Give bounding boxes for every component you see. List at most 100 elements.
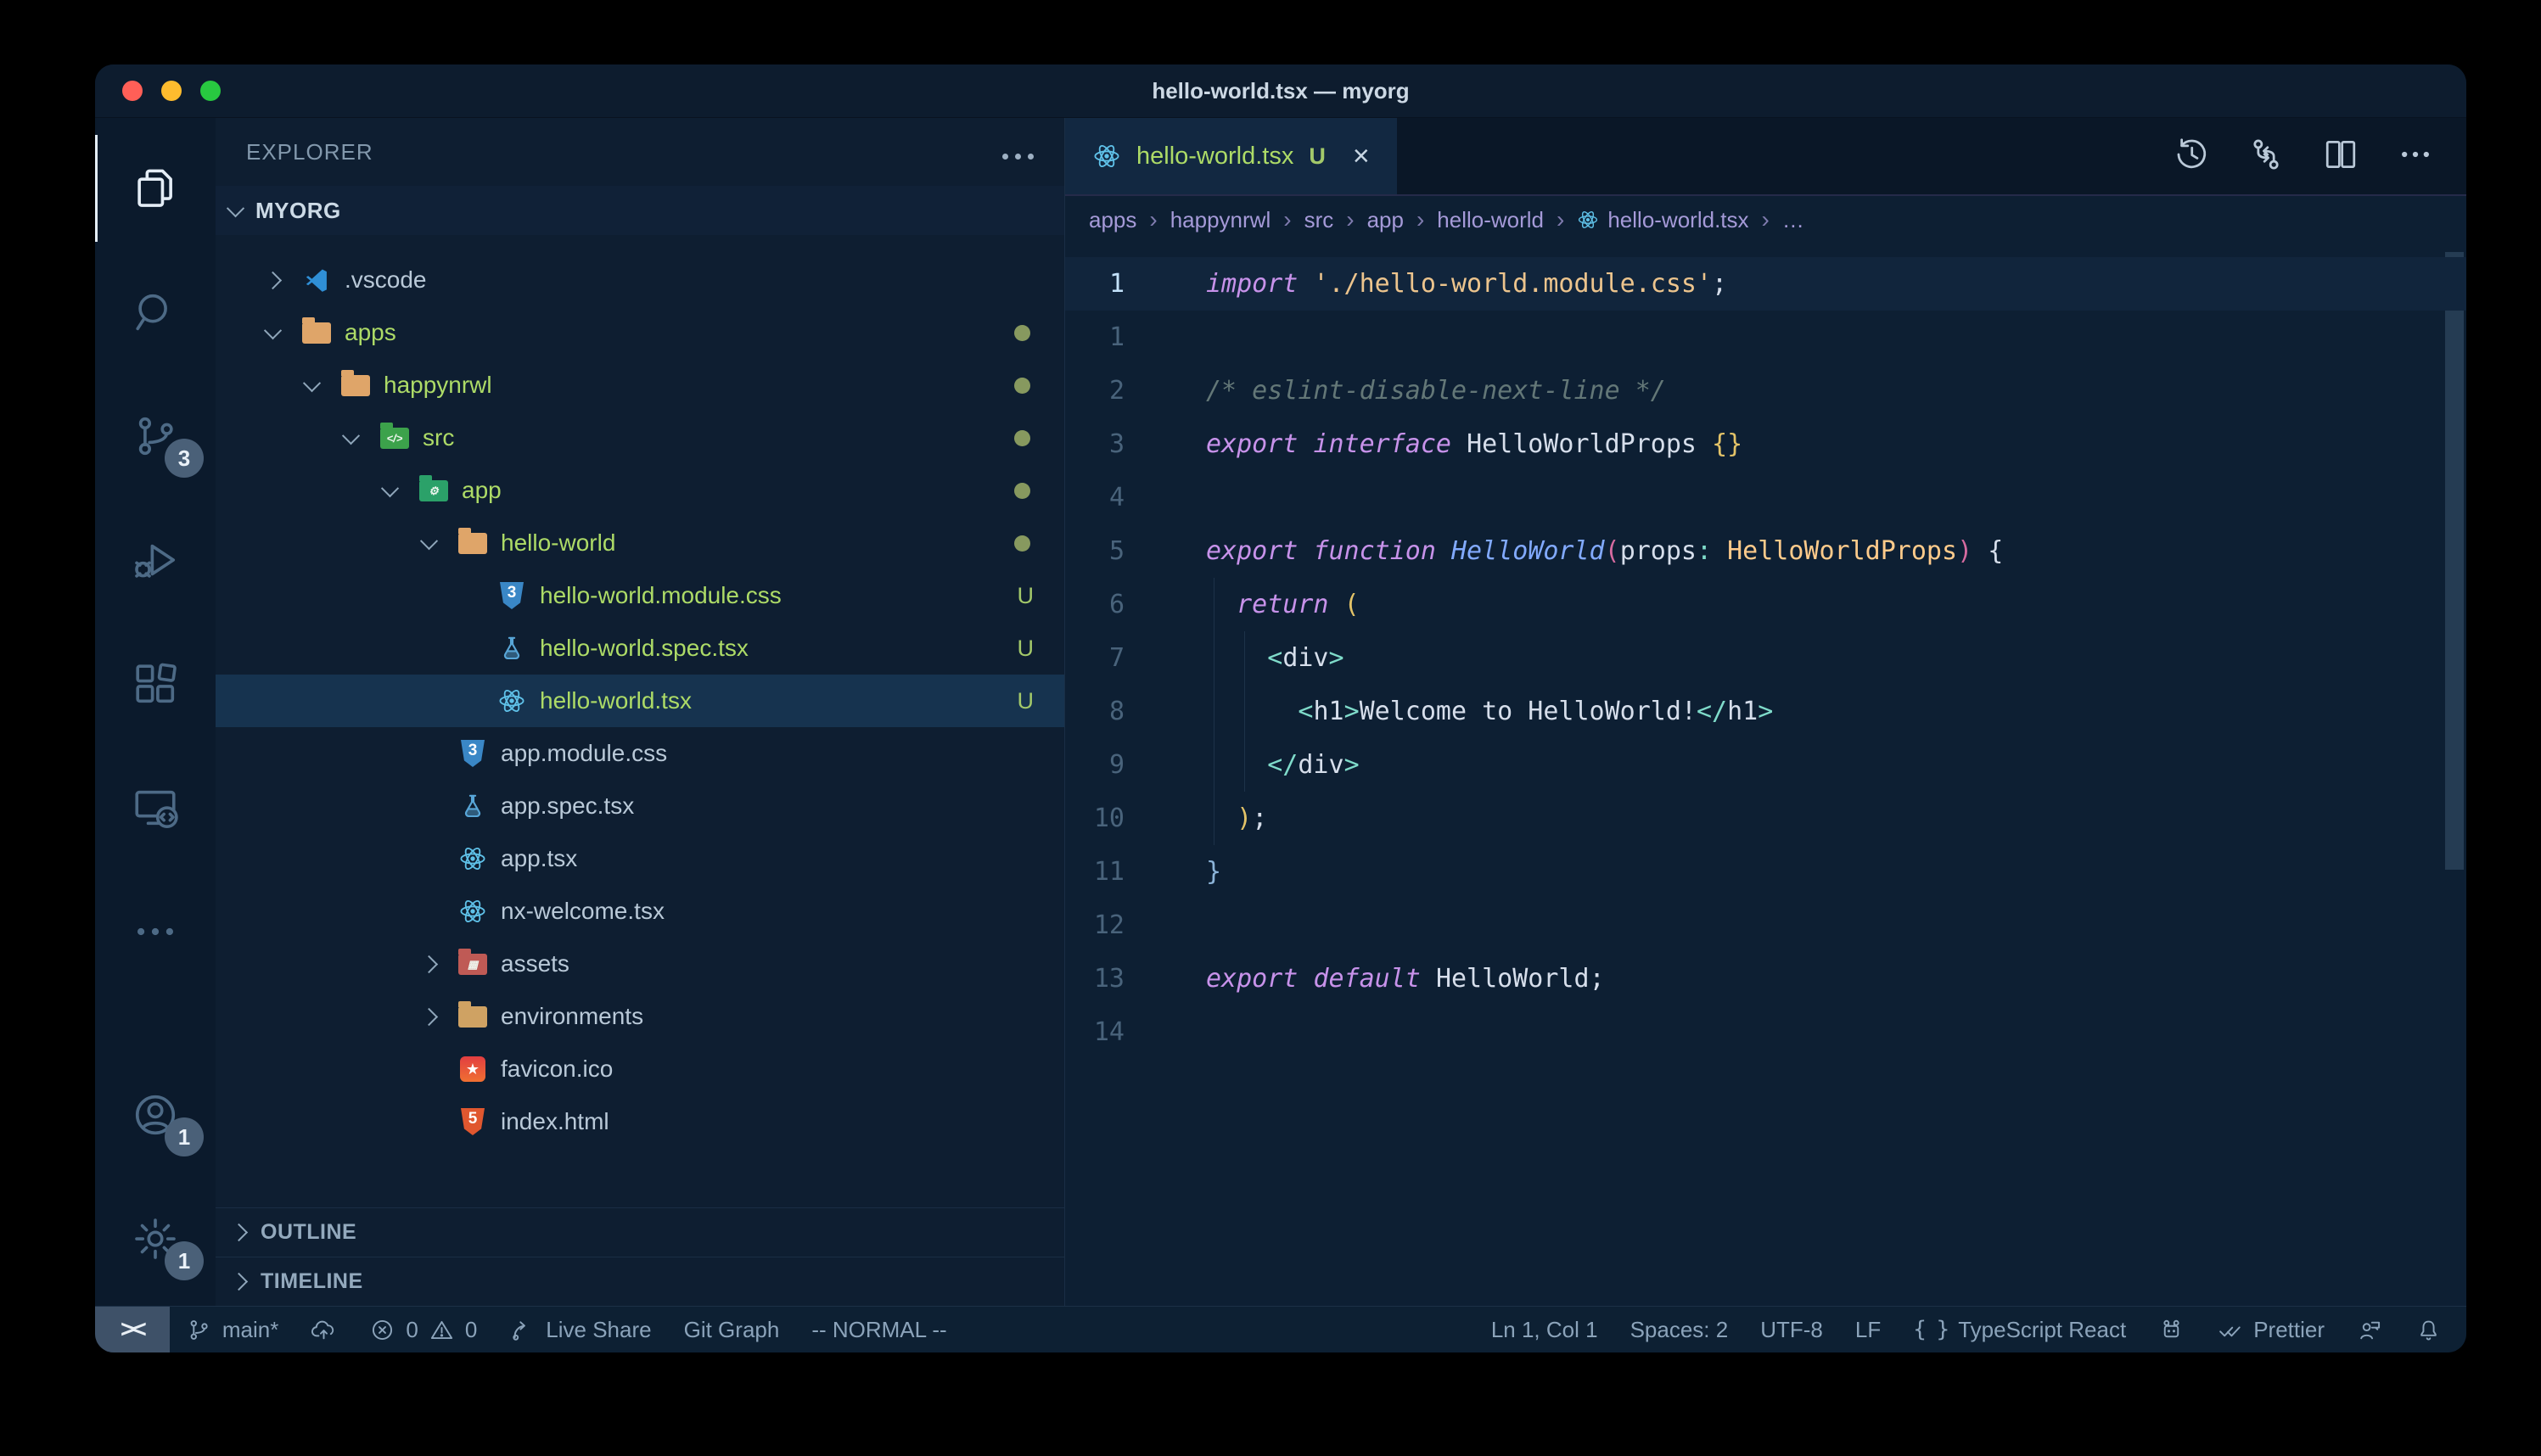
tree-item-hello-world[interactable]: hello-world — [216, 517, 1064, 569]
activity-item-remote-explorer[interactable] — [95, 746, 216, 870]
breadcrumb-separator: › — [1416, 206, 1424, 233]
tree-item-label: app.module.css — [501, 740, 667, 767]
code-line: 14 — [1065, 1005, 2466, 1059]
error-circle-icon — [369, 1317, 395, 1343]
status-feedback[interactable] — [2341, 1307, 2399, 1352]
activity-item-settings[interactable]: 1 — [95, 1177, 216, 1301]
tree-item-hello-world-spec-tsx[interactable]: hello-world.spec.tsxU — [216, 622, 1064, 675]
code-token: < — [1298, 697, 1313, 726]
status-prettier[interactable]: Prettier — [2201, 1307, 2341, 1352]
tree-item-apps[interactable]: apps — [216, 306, 1064, 359]
status-sync-changes[interactable] — [294, 1307, 353, 1352]
activity-item-source-control[interactable]: 3 — [95, 374, 216, 498]
code-editor[interactable]: 1import './hello-world.module.css';12/* … — [1065, 244, 2466, 1306]
tree-item-environments[interactable]: environments — [216, 990, 1064, 1043]
more-actions-button[interactable] — [2397, 136, 2434, 177]
status-vim-mode[interactable]: -- NORMAL -- — [795, 1307, 962, 1352]
code-token: return — [1237, 590, 1328, 619]
status-git-branch[interactable]: main* — [170, 1307, 294, 1352]
status-indentation[interactable]: Spaces: 2 — [1614, 1307, 1745, 1352]
code-token: </ — [1697, 697, 1727, 726]
status-notifications[interactable] — [2399, 1307, 2458, 1352]
status-robot-face[interactable] — [2142, 1307, 2201, 1352]
chevron-right-icon — [264, 271, 282, 288]
line-number: 14 — [1065, 1005, 1125, 1059]
status-live-share[interactable]: Live Share — [493, 1307, 667, 1352]
breadcrumb-item-hello-world-tsx[interactable]: hello-world.tsx — [1577, 207, 1748, 233]
line-number: 6 — [1065, 578, 1125, 631]
tree-item--vscode[interactable]: .vscode — [216, 254, 1064, 306]
tree-item-hello-world-module-css[interactable]: 3hello-world.module.cssU — [216, 569, 1064, 622]
zoom-button[interactable] — [200, 81, 221, 101]
activity-item-more-views[interactable] — [95, 870, 216, 994]
css-icon: 3 — [500, 582, 524, 609]
code-line: 6 return ( — [1065, 578, 2466, 631]
activity-item-search[interactable] — [95, 250, 216, 374]
tree-item-favicon-ico[interactable]: ★favicon.ico — [216, 1043, 1064, 1095]
breadcrumb-item--[interactable]: … — [1782, 207, 1804, 233]
breadcrumb-item-hello-world[interactable]: hello-world — [1437, 207, 1544, 233]
open-changes-button[interactable] — [2247, 136, 2285, 177]
tree-item-src[interactable]: </>src — [216, 412, 1064, 464]
line-number: 5 — [1065, 524, 1125, 578]
tree-item-nx-welcome-tsx[interactable]: nx-welcome.tsx — [216, 885, 1064, 938]
breadcrumb-item-happynrwl[interactable]: happynrwl — [1170, 207, 1271, 233]
sidebar-title: EXPLORER — [246, 139, 373, 165]
tree-item-label: hello-world.tsx — [540, 687, 692, 714]
tree-chevron-slot — [423, 537, 458, 550]
status-remote-indicator[interactable]: >< — [95, 1307, 170, 1352]
breadcrumb-item-app[interactable]: app — [1367, 207, 1404, 233]
tree-item-app[interactable]: ⚙app — [216, 464, 1064, 517]
section-outline[interactable]: OUTLINE — [216, 1207, 1064, 1257]
close-button[interactable] — [122, 81, 143, 101]
code-token: ; — [1590, 964, 1605, 994]
title-bar: hello-world.tsx — myorg — [95, 64, 2466, 118]
status-bar: >< main* 00Live ShareGit Graph-- NORMAL --… — [95, 1306, 2466, 1352]
breadcrumb-separator: › — [1557, 206, 1564, 233]
close-tab-button[interactable]: × — [1353, 142, 1370, 171]
status-language-mode[interactable]: { }TypeScript React — [1897, 1307, 2142, 1352]
status-encoding[interactable]: UTF-8 — [1744, 1307, 1839, 1352]
section-timeline[interactable]: TIMELINE — [216, 1257, 1064, 1306]
code-token: } — [1206, 857, 1221, 887]
workspace-root-row[interactable]: MYORG — [216, 186, 1064, 235]
split-editor-button[interactable] — [2322, 136, 2359, 177]
tree-item-app-spec-tsx[interactable]: app.spec.tsx — [216, 780, 1064, 832]
status-eol-sequence[interactable]: LF — [1839, 1307, 1897, 1352]
html-icon: 5 — [461, 1108, 485, 1135]
views-and-more-actions-button[interactable] — [1002, 139, 1034, 165]
code-token: </ — [1267, 750, 1298, 780]
breadcrumb-item-apps[interactable]: apps — [1089, 207, 1136, 233]
tree-item-hello-world-tsx[interactable]: hello-world.tsxU — [216, 675, 1064, 727]
status-git-graph[interactable]: Git Graph — [668, 1307, 796, 1352]
code-line-text — [1125, 899, 1206, 952]
breadcrumb-item-src[interactable]: src — [1304, 207, 1334, 233]
status-problems[interactable]: 00 — [353, 1307, 493, 1352]
tree-item-app-module-css[interactable]: 3app.module.css — [216, 727, 1064, 780]
tree-item-assets[interactable]: ▦assets — [216, 938, 1064, 990]
minimize-button[interactable] — [161, 81, 182, 101]
tree-item-label: src — [423, 424, 454, 451]
tab-hello-world-tsx[interactable]: hello-world.tsx U × — [1065, 118, 1397, 194]
activity-item-extensions[interactable] — [95, 622, 216, 746]
activity-item-accounts[interactable]: 1 — [95, 1053, 216, 1177]
share-icon — [509, 1317, 536, 1343]
status-cursor-position[interactable]: Ln 1, Col 1 — [1475, 1307, 1614, 1352]
code-line-text: ); — [1125, 792, 1267, 845]
tree-item-happynrwl[interactable]: happynrwl — [216, 359, 1064, 412]
editor-group: hello-world.tsx U × apps›happynrwl›src›a… — [1065, 118, 2466, 1306]
activity-item-run-and-debug[interactable] — [95, 498, 216, 622]
code-token — [1206, 697, 1298, 726]
code-token — [1206, 750, 1267, 780]
tree-item-app-tsx[interactable]: app.tsx — [216, 832, 1064, 885]
status-remote-indicator-text: >< — [121, 1316, 144, 1344]
ellipsis-icon — [1002, 154, 1034, 160]
tree-item-label: nx-welcome.tsx — [501, 898, 665, 925]
tree-item-label: favicon.ico — [501, 1056, 613, 1083]
tree-item-index-html[interactable]: 5index.html — [216, 1095, 1064, 1148]
activity-item-explorer[interactable] — [95, 126, 216, 250]
open-timeline-button[interactable] — [2173, 136, 2210, 177]
git-untracked-badge: U — [1018, 583, 1035, 609]
code-token — [1206, 804, 1237, 833]
status-prettier-text: Prettier — [2253, 1317, 2325, 1343]
